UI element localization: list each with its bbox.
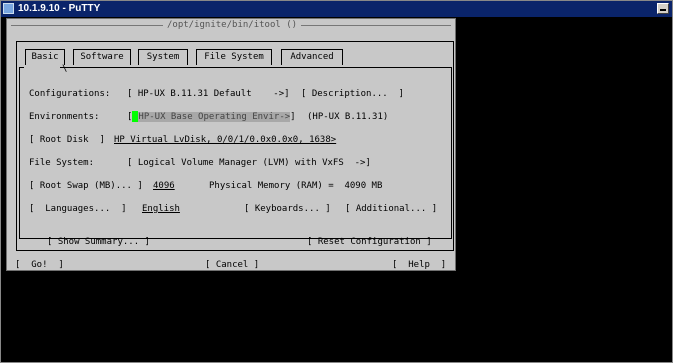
language-value[interactable]: English [142, 203, 238, 215]
configurations-select[interactable]: [ HP-UX B.11.31 Default ->] [127, 88, 290, 100]
help-button[interactable]: [ Help ] [392, 259, 446, 271]
root-swap-input[interactable]: 4096 [153, 180, 189, 192]
additional-button[interactable]: [ Additional... ] [345, 203, 437, 215]
root-disk-button[interactable]: [ Root Disk ] [29, 134, 105, 146]
cancel-button[interactable]: [ Cancel ] [205, 259, 259, 271]
title-divider-left [11, 25, 163, 26]
tab-basic[interactable]: Basic [25, 49, 65, 65]
dialog-title-bar: /opt/ignite/bin/itool () [7, 19, 455, 31]
file-system-select[interactable]: [ Logical Volume Manager (LVM) with VxFS… [127, 157, 371, 169]
configurations-label: Configurations: [29, 89, 111, 99]
tab-software-label: Software [80, 52, 124, 62]
terminal-dialog: /opt/ignite/bin/itool () Basic Software … [6, 18, 456, 271]
environments-value: HP-UX Base Operating Envir [138, 112, 280, 122]
tab-system[interactable]: System [138, 49, 188, 65]
tab-file-system[interactable]: File System [196, 49, 272, 65]
window-title: 10.1.9.10 - PuTTY [18, 3, 101, 14]
tab-basic-label: Basic [31, 52, 59, 62]
environments-arrow: -> [279, 112, 291, 122]
root-disk-value[interactable]: HP Virtual LvDisk, 0/0/1/0.0x0.0x0, 1638… [114, 134, 336, 146]
putty-app-icon[interactable] [3, 3, 14, 14]
minimize-button[interactable] [657, 3, 669, 14]
tab-gap [24, 67, 60, 68]
show-summary-button[interactable]: [ Show Summary... ] [47, 236, 150, 248]
environments-select[interactable]: [HP-UX Base Operating Envir->] [127, 111, 296, 123]
tab-advanced[interactable]: Advanced [281, 49, 343, 65]
reset-configuration-button[interactable]: [ Reset Configuration ] [307, 236, 432, 248]
tab-software[interactable]: Software [73, 49, 131, 65]
tab-file-system-label: File System [204, 52, 264, 62]
description-button[interactable]: [ Description... ] [301, 88, 404, 100]
languages-button[interactable]: [ Languages... ] [29, 203, 127, 215]
go-button[interactable]: [ Go! ] [15, 259, 64, 271]
environments-note: (HP-UX B.11.31) [307, 112, 389, 122]
environments-label: Environments: [29, 112, 100, 122]
dialog-title: /opt/ignite/bin/itool () [167, 20, 298, 30]
tab-system-label: System [146, 52, 180, 62]
keyboards-button[interactable]: [ Keyboards... ] [244, 203, 331, 215]
title-divider-right [301, 25, 451, 26]
root-swap-button[interactable]: [ Root Swap (MB)... ] [29, 180, 143, 192]
putty-window: 10.1.9.10 - PuTTY /opt/ignite/bin/itool … [0, 0, 673, 363]
title-bar[interactable]: 10.1.9.10 - PuTTY [1, 1, 672, 17]
file-system-label: File System: [29, 158, 95, 168]
tab-advanced-label: Advanced [290, 52, 334, 62]
physical-memory-label: Physical Memory (RAM) = 4090 MB [209, 181, 383, 191]
